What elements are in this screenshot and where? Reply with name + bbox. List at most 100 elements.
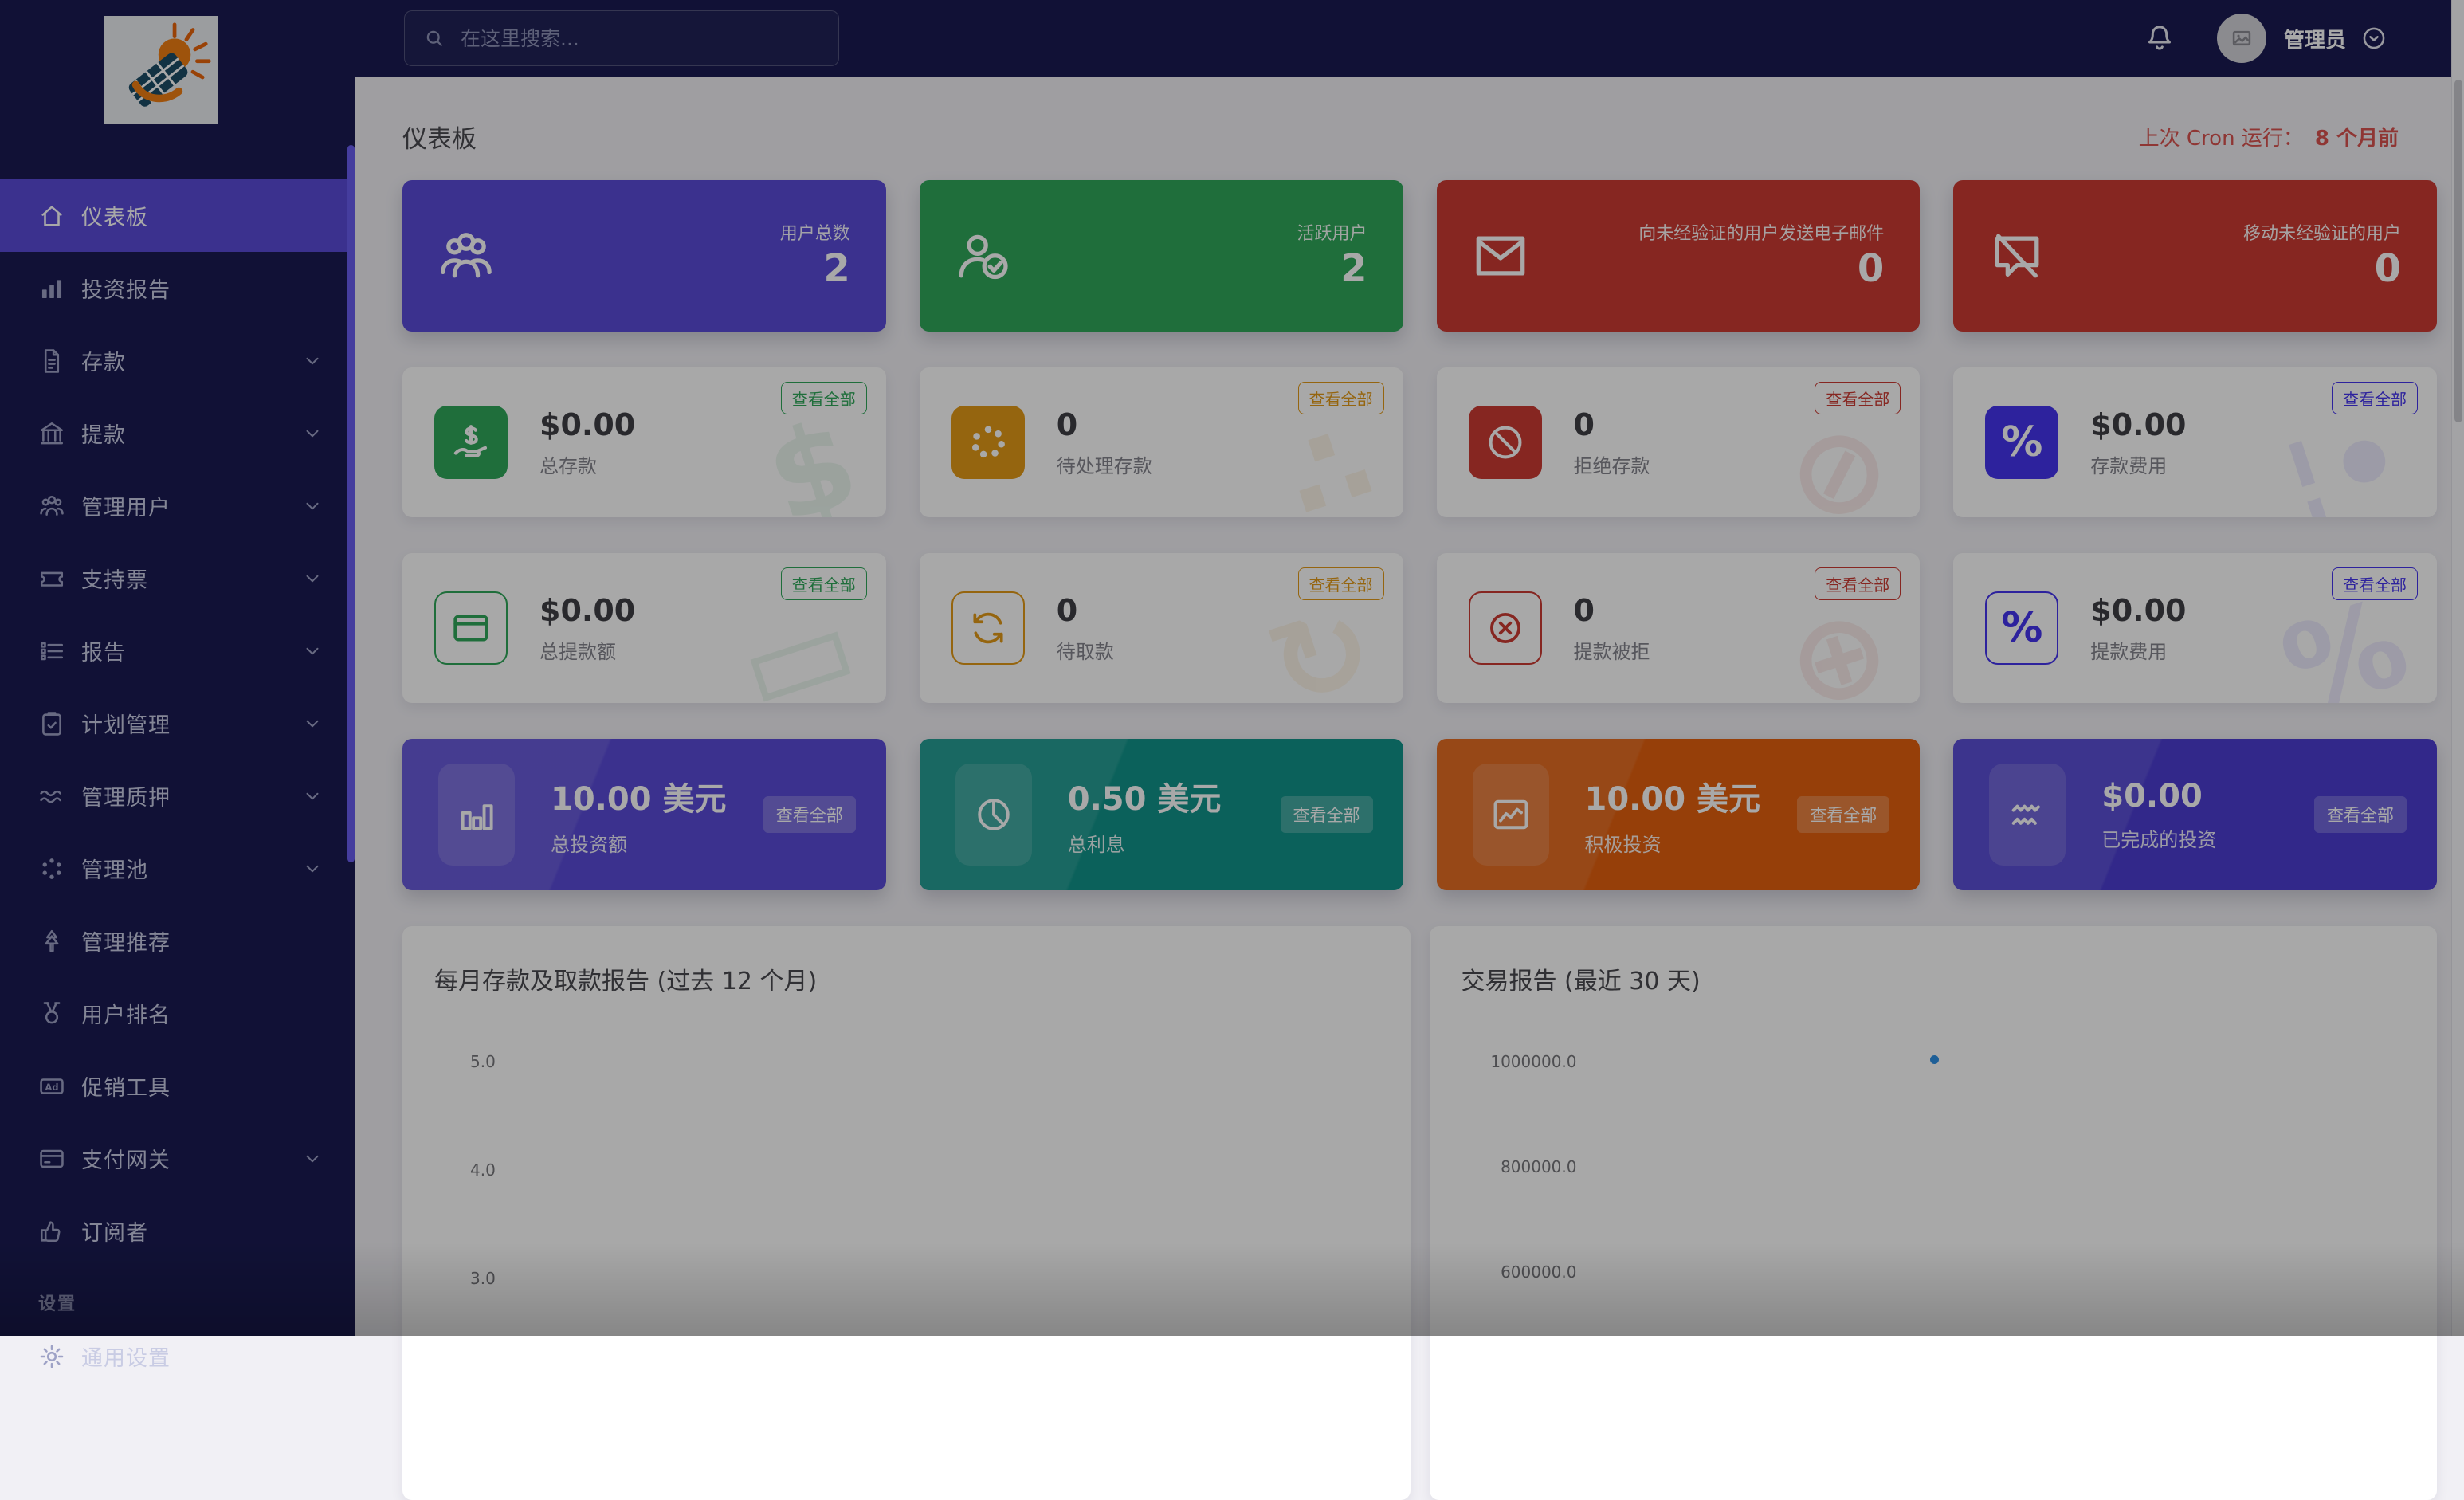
search-box[interactable] bbox=[404, 10, 839, 66]
sidebar: 仪表板 投资报告 存款 提款 管理用户 支持票 报告 bbox=[0, 0, 355, 1336]
stat-card-total-invested: 10.00 美元总投资额 查看全部 bbox=[402, 739, 886, 890]
file-dollar-icon bbox=[38, 348, 65, 375]
sidebar-item-manage-staking[interactable]: 管理质押 bbox=[0, 760, 355, 832]
refresh-icon bbox=[951, 591, 1025, 665]
view-all-badge[interactable]: 查看全部 bbox=[2314, 796, 2407, 833]
stat-card-pending-withdrawals: 查看全部 0待取款 ↻ bbox=[920, 553, 1403, 703]
view-all-badge[interactable]: 查看全部 bbox=[2332, 567, 2418, 600]
sidebar-scrollbar[interactable] bbox=[347, 145, 355, 862]
credit-card-icon bbox=[38, 1145, 65, 1172]
stat-card-active-users[interactable]: 活跃用户2 bbox=[920, 180, 1403, 332]
sidebar-item-deposits[interactable]: 存款 bbox=[0, 324, 355, 397]
view-all-badge[interactable]: 查看全部 bbox=[2332, 382, 2418, 414]
stat-card-mobile-unverified-users[interactable]: 移动未经验证的用户0 bbox=[1953, 180, 2437, 332]
view-all-badge[interactable]: 查看全部 bbox=[1298, 382, 1384, 414]
bar-chart-icon bbox=[38, 275, 65, 302]
sidebar-item-reports[interactable]: 报告 bbox=[0, 615, 355, 687]
search-icon bbox=[422, 26, 446, 50]
cron-status: 上次 Cron 运行：8 个月前 bbox=[2139, 122, 2399, 151]
pie-chart-icon bbox=[955, 764, 1032, 866]
stat-card-rejected-deposits: 查看全部 0拒绝存款 ⊘ bbox=[1437, 367, 1921, 517]
view-all-badge[interactable]: 查看全部 bbox=[781, 382, 867, 414]
credit-card-icon bbox=[434, 591, 508, 665]
stat-card-total-users[interactable]: 用户总数2 bbox=[402, 180, 886, 332]
percent-icon: % bbox=[1985, 406, 2058, 479]
chevron-down-icon bbox=[302, 786, 323, 807]
monthly-deposit-withdraw-chart: 每月存款及取款报告 (过去 12 个月) 5.0 4.0 3.0 bbox=[402, 926, 1411, 1500]
chevron-down-icon bbox=[302, 568, 323, 589]
sidebar-item-payment-gateways[interactable]: 支付网关 bbox=[0, 1122, 355, 1195]
bell-icon[interactable] bbox=[2144, 22, 2176, 54]
sidebar-item-plan-management[interactable]: 计划管理 bbox=[0, 687, 355, 760]
y-tick: 1000000.0 bbox=[1473, 1052, 1577, 1071]
users-icon bbox=[38, 493, 65, 520]
spinner-icon bbox=[951, 406, 1025, 479]
view-all-badge[interactable]: 查看全部 bbox=[1298, 567, 1384, 600]
sidebar-item-promo-tools[interactable]: Ad 促销工具 bbox=[0, 1050, 355, 1122]
search-input[interactable] bbox=[461, 27, 821, 50]
page-title: 仪表板 bbox=[402, 119, 477, 155]
view-all-badge[interactable]: 查看全部 bbox=[1281, 796, 1373, 833]
view-all-badge[interactable]: 查看全部 bbox=[1815, 382, 1901, 414]
chevron-down-icon bbox=[302, 496, 323, 516]
stat-card-email-unverified-users[interactable]: 向未经验证的用户发送电子邮件0 bbox=[1437, 180, 1921, 332]
stat-card-completed-investments: $0.00已完成的投资 查看全部 bbox=[1953, 739, 2437, 890]
settings-section-label: 设置 bbox=[38, 1290, 355, 1315]
sidebar-item-dashboard[interactable]: 仪表板 bbox=[0, 179, 355, 252]
stats-grid: 用户总数2 活跃用户2 向未经验证的用户发送电子邮件0 移动未经验证的用户0 查… bbox=[402, 180, 2437, 890]
data-point-dot bbox=[1930, 1055, 1939, 1064]
sidebar-menu: 仪表板 投资报告 存款 提款 管理用户 支持票 报告 bbox=[0, 179, 355, 1392]
chevron-down-icon bbox=[302, 1149, 323, 1169]
chevron-down-icon bbox=[302, 713, 323, 734]
view-all-badge[interactable]: 查看全部 bbox=[763, 796, 856, 833]
y-tick: 5.0 bbox=[470, 1052, 496, 1071]
bar-chart-icon bbox=[438, 764, 515, 866]
list-icon bbox=[38, 638, 65, 665]
stat-card-active-investments: 10.00 美元积极投资 查看全部 bbox=[1437, 739, 1921, 890]
ad-icon: Ad bbox=[38, 1073, 65, 1100]
view-all-badge[interactable]: 查看全部 bbox=[1815, 567, 1901, 600]
stat-card-withdrawal-charges: 查看全部 % $0.00提款费用 % bbox=[1953, 553, 2437, 703]
y-tick: 3.0 bbox=[470, 1269, 496, 1288]
bank-icon bbox=[38, 420, 65, 447]
view-all-badge[interactable]: 查看全部 bbox=[781, 567, 867, 600]
chevron-down-icon bbox=[302, 858, 323, 879]
view-all-badge[interactable]: 查看全部 bbox=[1797, 796, 1889, 833]
chart-title: 每月存款及取款报告 (过去 12 个月) bbox=[434, 961, 1379, 996]
home-icon bbox=[38, 202, 65, 230]
tree-icon bbox=[38, 928, 65, 955]
sidebar-item-manage-referral[interactable]: 管理推荐 bbox=[0, 905, 355, 977]
sidebar-item-invest-report[interactable]: 投资报告 bbox=[0, 252, 355, 324]
pool-icon bbox=[38, 855, 65, 882]
username[interactable]: 管理员 bbox=[2284, 24, 2346, 53]
sidebar-item-manage-users[interactable]: 管理用户 bbox=[0, 469, 355, 542]
y-tick: 800000.0 bbox=[1473, 1157, 1577, 1176]
sidebar-item-withdrawals[interactable]: 提款 bbox=[0, 397, 355, 469]
stat-card-rejected-withdrawals: 查看全部 0提款被拒 ⊕ bbox=[1437, 553, 1921, 703]
sidebar-item-subscribers[interactable]: 订阅者 bbox=[0, 1195, 355, 1267]
users-group-icon bbox=[438, 228, 494, 284]
top-right-cluster: 管理员 bbox=[2144, 14, 2451, 63]
ban-icon bbox=[1469, 406, 1542, 479]
stat-card-total-deposit: 查看全部 $0.00总存款 $ bbox=[402, 367, 886, 517]
top-bar: 管理员 bbox=[355, 0, 2451, 77]
app-logo bbox=[104, 16, 218, 124]
sidebar-item-manage-pool[interactable]: 管理池 bbox=[0, 832, 355, 905]
sidebar-item-support-tickets[interactable]: 支持票 bbox=[0, 542, 355, 615]
waves-icon bbox=[38, 783, 65, 810]
percent-icon: % bbox=[1985, 591, 2058, 665]
avatar[interactable] bbox=[2217, 14, 2266, 63]
chat-slash-icon bbox=[1989, 228, 2045, 284]
clipboard-check-icon bbox=[38, 710, 65, 737]
envelope-icon bbox=[1473, 228, 1528, 284]
chevron-down-circle-icon[interactable] bbox=[2360, 25, 2387, 52]
stat-card-total-withdrawn: 查看全部 $0.00总提款额 ▭ bbox=[402, 553, 886, 703]
page-scrollbar-thumb[interactable] bbox=[2454, 80, 2462, 422]
page-scrollbar[interactable] bbox=[2451, 0, 2464, 1336]
user-check-icon bbox=[955, 228, 1011, 284]
medal-icon bbox=[38, 1000, 65, 1027]
line-chart-icon bbox=[1473, 764, 1549, 866]
transaction-report-chart: 交易报告 (最近 30 天) 1000000.0 800000.0 600000… bbox=[1430, 926, 2438, 1500]
sidebar-item-user-ranking[interactable]: 用户排名 bbox=[0, 977, 355, 1050]
stat-card-pending-deposits: 查看全部 0待处理存款 ∴ bbox=[920, 367, 1403, 517]
